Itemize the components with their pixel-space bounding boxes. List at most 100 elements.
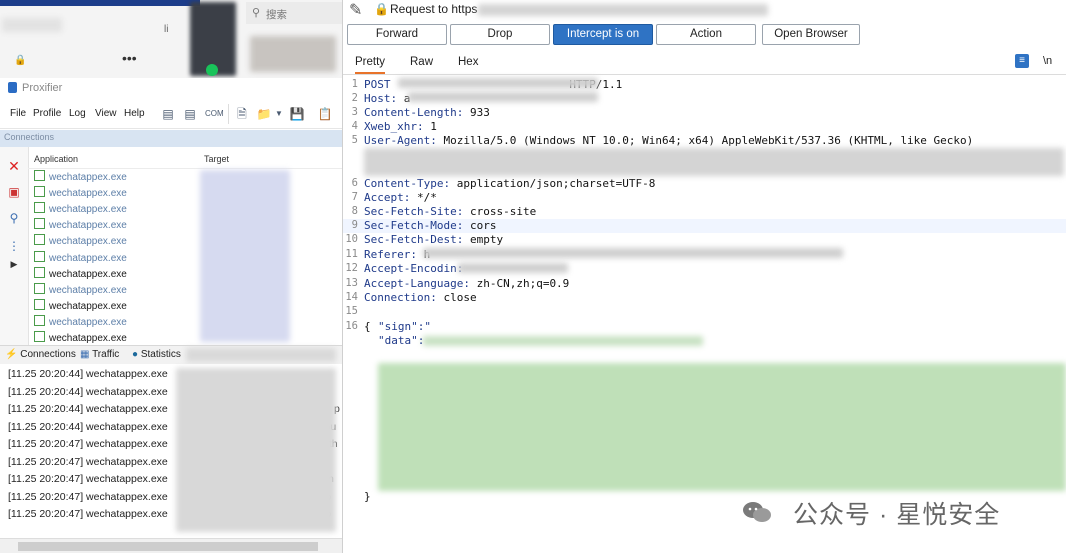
search-placeholder: 搜索	[266, 9, 287, 21]
menu-log[interactable]: Log	[69, 108, 86, 119]
sign-key-text: "sign":"	[378, 320, 431, 333]
menu-view[interactable]: View	[95, 108, 117, 119]
blurred-area	[186, 348, 336, 362]
log-time: [11.25 20:20:47]	[8, 508, 84, 520]
open-browser-button[interactable]: Open Browser	[762, 24, 860, 45]
newline-toggle[interactable]: \n	[1043, 55, 1052, 67]
code-line: {	[364, 320, 371, 333]
chevron-right-icon[interactable]: ▶	[7, 257, 21, 271]
request-editor[interactable]: 1POST HTTP/1.12Host: a3Content-Length: 9…	[343, 76, 1066, 553]
lock-icon: 🔒	[14, 55, 27, 66]
code-line: Host: a	[364, 92, 410, 105]
save-icon[interactable]: 💾	[289, 106, 305, 122]
header-value: cors	[463, 219, 497, 232]
blurred-data	[378, 363, 1066, 491]
folder-icon[interactable]: 📁	[256, 106, 272, 122]
row-status-icon	[34, 282, 45, 294]
partial-text: li	[164, 24, 169, 35]
tab-raw[interactable]: Raw	[410, 56, 433, 68]
pencil-icon[interactable]: ✎	[349, 0, 362, 20]
header-name: Referer	[364, 248, 411, 261]
tab-hex[interactable]: Hex	[458, 56, 478, 68]
row-application: wechatappex.exe	[49, 236, 127, 248]
table-row[interactable]: wechatappex.exe	[34, 186, 127, 202]
window-close-icon[interactable]: ▣	[7, 185, 21, 199]
tab-label: Connections	[20, 349, 76, 360]
document-icon[interactable]: ▤	[160, 106, 176, 122]
column-application[interactable]: Application	[34, 154, 78, 164]
intercept-toggle-button[interactable]: Intercept is on	[553, 24, 653, 45]
log-app: wechatappex.exe	[86, 385, 168, 398]
horizontal-scrollbar[interactable]	[0, 538, 342, 553]
row-application: wechatappex.exe	[49, 204, 127, 216]
tab-label: Traffic	[92, 349, 120, 360]
blurred-user-agent	[364, 148, 1064, 176]
table-row[interactable]: wechatappex.exe	[34, 170, 127, 186]
proxifier-logo-icon	[8, 82, 17, 93]
table-row[interactable]: wechatappex.exe	[34, 266, 127, 283]
bottom-tab-bar: ⚡ Connections ▦ Traffic ● Statistics	[0, 345, 342, 364]
chevron-down-icon[interactable]: ▼	[271, 106, 287, 122]
table-row[interactable]: wechatappex.exe	[34, 250, 127, 267]
log-app: wechatappex.exe	[86, 438, 168, 450]
header-name: Sec-Fetch-Site	[364, 205, 457, 218]
row-status-icon	[34, 170, 45, 181]
table-row[interactable]: wechatappex.exe	[34, 298, 127, 315]
wrap-lines-icon[interactable]: ≡	[1015, 54, 1029, 68]
code-line: Content-Type: application/json;charset=U…	[364, 177, 655, 190]
menu-help[interactable]: Help	[124, 108, 145, 119]
com-icon[interactable]: COM	[205, 106, 224, 122]
close-icon[interactable]: ✕	[7, 159, 21, 173]
search-icon: ⚲	[252, 7, 261, 19]
more-icon[interactable]: •••	[122, 50, 137, 66]
menu-file[interactable]: File	[10, 108, 26, 119]
table-row[interactable]: wechatappex.exe	[34, 314, 127, 331]
line-number: 15	[345, 305, 358, 317]
background-app-strip: 🔒 ••• li ⚲ 搜索	[0, 0, 342, 78]
row-application: wechatappex.exe	[49, 252, 127, 264]
action-button[interactable]: Action	[656, 24, 756, 45]
header-colon: :	[430, 291, 437, 304]
scrollbar-thumb[interactable]	[18, 542, 318, 551]
search-box[interactable]: ⚲ 搜索	[246, 2, 342, 24]
menu-profile[interactable]: Profile	[33, 108, 61, 119]
log-entry: [11.25 20:20:47] wechatappex.exe	[8, 473, 168, 485]
line-number: 9	[351, 219, 358, 231]
forward-button[interactable]: Forward	[347, 24, 447, 45]
new-file-icon[interactable]: 🗎	[234, 106, 250, 122]
header-name: Accept	[364, 191, 404, 204]
statistics-tab[interactable]: ● Statistics	[132, 349, 181, 360]
connections-tab[interactable]: ⚡ Connections	[5, 349, 76, 360]
header-value: */*	[410, 191, 437, 204]
list-icon[interactable]: ▤	[182, 106, 198, 122]
table-row[interactable]: wechatappex.exe	[34, 282, 127, 299]
blurred-path	[398, 78, 598, 88]
log-app: wechatappex.exe	[86, 490, 168, 503]
header-value: 933	[463, 106, 490, 119]
code-line: Sec-Fetch-Dest: empty	[364, 233, 503, 246]
log-app: wechatappex.exe	[86, 508, 168, 520]
table-row[interactable]: wechatappex.exe	[34, 234, 127, 250]
tab-pretty[interactable]: Pretty	[355, 56, 386, 74]
user-search-icon[interactable]: ⚲	[7, 211, 21, 225]
header-value: cross-site	[463, 205, 537, 218]
column-target[interactable]: Target	[204, 154, 229, 164]
log-entry: [11.25 20:20:47] wechatappex.exe	[8, 438, 168, 450]
traffic-tab[interactable]: ▦ Traffic	[80, 349, 119, 360]
lock-icon: 🔒	[374, 2, 389, 16]
side-toolbar: ✕ ▣ ⚲ ⋮ ▶	[0, 147, 29, 345]
code-line: Connection: close	[364, 291, 477, 304]
table-row[interactable]: wechatappex.exe	[34, 202, 127, 218]
log-app: wechatappex.exe	[86, 403, 168, 415]
line-number: 3	[351, 106, 358, 118]
burp-intercept-panel: ✎ 🔒 Request to https Forward Drop Interc…	[342, 0, 1066, 553]
line-number: 4	[351, 120, 358, 132]
tree-icon[interactable]: ⋮	[7, 239, 21, 253]
plug-icon: ⚡	[5, 349, 18, 360]
drop-button[interactable]: Drop	[450, 24, 550, 45]
header-colon: :	[416, 120, 424, 133]
line-number: 16	[345, 320, 358, 332]
table-row[interactable]: wechatappex.exe	[34, 218, 127, 234]
row-status-icon	[34, 202, 45, 214]
clipboard-icon[interactable]: 📋	[317, 106, 333, 122]
